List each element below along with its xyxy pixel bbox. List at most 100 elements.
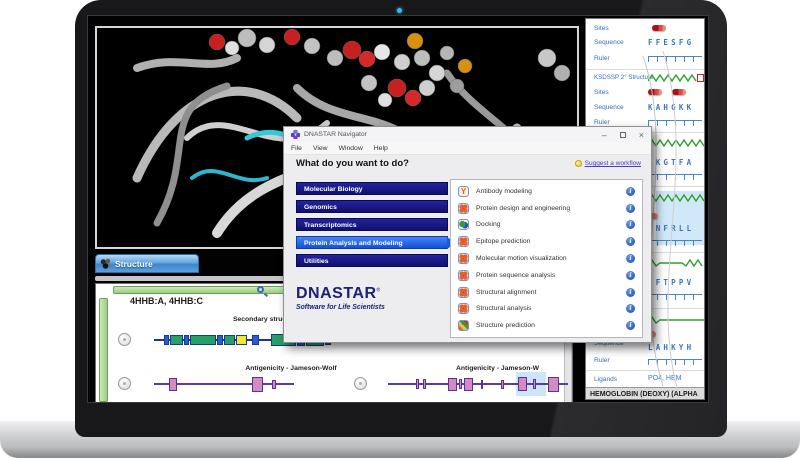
info-icon[interactable] bbox=[626, 186, 635, 196]
docking-icon bbox=[458, 219, 469, 231]
category-transcriptomics[interactable]: Transcriptomics bbox=[296, 218, 448, 231]
dialog-title: DNASTAR Navigator bbox=[304, 131, 367, 138]
category-protein-analysis-and-modeling[interactable]: Protein Analysis and Modeling bbox=[296, 236, 456, 249]
antibody-modeling-icon: Y bbox=[458, 185, 469, 197]
antigenicity-label-right: Antigenicity - Jameson-W bbox=[456, 365, 540, 372]
laptop-screen: Structure 4HHB:A, 4HHB:C Secondary struc… bbox=[88, 16, 708, 402]
divider bbox=[586, 370, 704, 371]
info-icon[interactable] bbox=[626, 270, 635, 280]
track-handle[interactable] bbox=[354, 377, 367, 390]
lightbulb-icon bbox=[574, 160, 582, 167]
row-label-ruler: Ruler bbox=[594, 119, 610, 126]
info-icon[interactable] bbox=[626, 253, 635, 263]
info-icon[interactable] bbox=[626, 287, 635, 297]
antigenicity-line-left bbox=[154, 383, 294, 385]
item-molecular-motion[interactable]: Molecular motion visualization bbox=[458, 251, 635, 266]
molecule-icon bbox=[100, 258, 111, 269]
window-controls: – × bbox=[602, 130, 644, 139]
helix-zigzag bbox=[648, 258, 703, 268]
antigenicity-line-right bbox=[388, 383, 568, 385]
site-capsule-icon bbox=[648, 89, 662, 95]
maximize-icon[interactable] bbox=[619, 131, 626, 138]
category-molecular-biology[interactable]: Molecular Biology bbox=[296, 182, 448, 195]
sequence-letters: FFESFG bbox=[648, 38, 695, 47]
item-structural-analysis[interactable]: Structural analysis bbox=[458, 301, 635, 316]
info-icon[interactable] bbox=[626, 321, 635, 331]
row-label-sequence: Sequence bbox=[594, 104, 624, 111]
helix-zigzag bbox=[648, 138, 704, 148]
sequence-letters: KAHGKK bbox=[648, 103, 695, 112]
dialog-menubar: File View Window Help bbox=[284, 142, 651, 155]
workflow-item-list: YAntibody modeling Protein design and en… bbox=[450, 179, 643, 338]
item-antibody-modeling[interactable]: Y Antibody modeling bbox=[458, 184, 635, 199]
info-icon[interactable] bbox=[626, 203, 635, 213]
ligands-value: PO4, HEM bbox=[648, 375, 682, 382]
menu-help[interactable]: Help bbox=[374, 145, 388, 152]
dialog-titlebar[interactable]: DNASTAR Navigator – × bbox=[284, 127, 651, 142]
row-label-sites: Sites bbox=[594, 89, 609, 96]
close-icon[interactable]: × bbox=[639, 130, 644, 139]
category-utilities[interactable]: Utilities bbox=[296, 254, 448, 267]
row-label-sequence: Sequence bbox=[594, 39, 624, 46]
ruler-track bbox=[648, 294, 702, 300]
item-structural-alignment[interactable]: Structural alignment bbox=[458, 285, 635, 300]
row-label-sites: Sites bbox=[594, 25, 609, 32]
row-label-ligands: Ligands bbox=[594, 376, 618, 383]
selection-marker bbox=[697, 74, 704, 82]
dnastar-navigator-dialog: DNASTAR Navigator – × File View Window H… bbox=[283, 126, 652, 343]
site-capsule-icon bbox=[672, 89, 686, 95]
sequence-letters: EFTPPV bbox=[648, 278, 695, 287]
item-protein-sequence-analysis[interactable]: Protein sequence analysis bbox=[458, 268, 635, 283]
menu-window[interactable]: Window bbox=[339, 145, 363, 152]
menu-view[interactable]: View bbox=[313, 145, 328, 152]
site-capsule-icon bbox=[652, 25, 666, 31]
row-label-ruler: Ruler bbox=[594, 55, 610, 62]
info-icon[interactable] bbox=[626, 237, 635, 247]
vertical-scrollbar-green[interactable] bbox=[99, 298, 108, 402]
ruler-track bbox=[648, 174, 702, 180]
track-handle[interactable] bbox=[118, 377, 131, 390]
helix-zigzag bbox=[648, 73, 697, 83]
item-docking[interactable]: Docking bbox=[458, 217, 635, 232]
item-structure-prediction[interactable]: Structure prediction bbox=[458, 318, 635, 333]
helix-zigzag bbox=[648, 315, 704, 325]
antigenicity-label-left: Antigenicity - Jameson-Wolf bbox=[245, 365, 337, 372]
helix-zigzag bbox=[648, 193, 704, 203]
dnastar-app-icon bbox=[291, 130, 300, 139]
molecular-motion-icon bbox=[458, 252, 469, 264]
tab-structure-label: Structure bbox=[115, 258, 153, 269]
protein-design-icon bbox=[458, 202, 469, 214]
menu-file[interactable]: File bbox=[291, 145, 302, 152]
info-icon[interactable] bbox=[626, 220, 635, 230]
structure-prediction-icon bbox=[458, 320, 469, 332]
suggest-workflow-link[interactable]: Suggest a workflow bbox=[574, 160, 641, 167]
category-list: Molecular Biology Genomics Transcriptomi… bbox=[296, 182, 456, 272]
magnifier-icon[interactable] bbox=[257, 286, 264, 293]
dialog-heading: What do you want to do? bbox=[296, 158, 409, 169]
sequence-letters: LAHKYH bbox=[648, 343, 695, 352]
page: Structure 4HHB:A, 4HHB:C Secondary struc… bbox=[0, 0, 800, 460]
ruler-track bbox=[648, 56, 702, 62]
ruler-track bbox=[648, 359, 702, 365]
epitope-prediction-icon bbox=[458, 236, 469, 248]
row-label-ksdssp: KSDSSP 2° Structure bbox=[594, 74, 654, 81]
sequence-letters: LKGTFA bbox=[648, 158, 695, 167]
minimize-icon[interactable]: – bbox=[602, 130, 607, 139]
structural-analysis-icon bbox=[458, 303, 469, 315]
ruler-track bbox=[648, 240, 702, 246]
webcam-led bbox=[397, 8, 402, 13]
dnastar-logo: DNASTAR® Software for Life Scientists bbox=[296, 285, 385, 312]
protein-sequence-analysis-icon bbox=[458, 269, 469, 281]
category-genomics[interactable]: Genomics bbox=[296, 200, 448, 213]
track-handle[interactable] bbox=[118, 333, 131, 346]
chain-title: 4HHB:A, 4HHB:C bbox=[130, 296, 204, 306]
divider bbox=[586, 69, 704, 70]
structural-alignment-icon bbox=[458, 286, 469, 298]
item-epitope-prediction[interactable]: Epitope prediction bbox=[458, 234, 635, 249]
ruler-track bbox=[648, 120, 702, 126]
collapsed-panel-header[interactable]: HEMOGLOBIN (DEOXY) (ALPHA bbox=[586, 387, 704, 399]
logo-tagline: Software for Life Scientists bbox=[296, 304, 385, 311]
item-protein-design[interactable]: Protein design and engineering bbox=[458, 201, 635, 216]
tab-structure[interactable]: Structure bbox=[95, 254, 199, 273]
info-icon[interactable] bbox=[626, 304, 635, 314]
